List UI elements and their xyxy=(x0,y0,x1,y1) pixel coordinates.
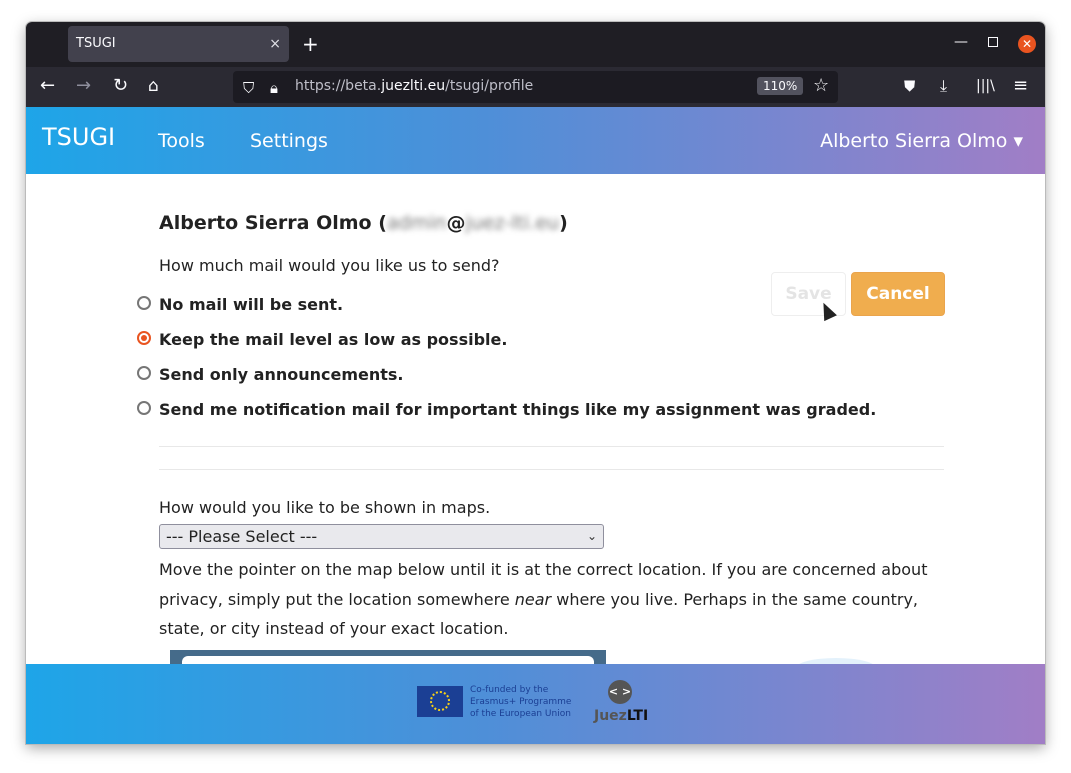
mail-question: How much mail would you like us to send? xyxy=(159,256,500,275)
home-icon[interactable]: ⌂ xyxy=(148,75,159,97)
eu-funding-text: Co-funded by the Erasmus+ Programme of t… xyxy=(470,685,572,719)
save-button[interactable]: Save xyxy=(771,272,846,316)
chevron-down-icon: ⌄ xyxy=(586,529,597,543)
map-instructions: Move the pointer on the map below until … xyxy=(159,560,928,638)
zoom-level[interactable]: 110% xyxy=(757,77,804,95)
nav-tools[interactable]: Tools xyxy=(158,130,205,152)
mail-option-label: Send me notification mail for important … xyxy=(159,400,877,419)
close-tab-icon[interactable]: × xyxy=(269,26,281,62)
user-menu[interactable]: Alberto Sierra Olmo ▾ xyxy=(820,130,1023,152)
divider xyxy=(159,446,944,447)
nav-toolbar: ← → ↻ ⌂ ⛉ 🔒︎ https://beta.juezlti.eu/tsu… xyxy=(26,67,1045,107)
tab-title: TSUGI xyxy=(76,36,116,51)
mail-option-label: No mail will be sent. xyxy=(159,295,344,314)
app-header: TSUGI Tools Settings Alberto Sierra Olmo… xyxy=(26,107,1045,174)
tab-tsugi[interactable]: TSUGI × xyxy=(68,26,289,62)
juezlti-symbol: < > xyxy=(608,680,632,704)
reload-icon[interactable]: ↻ xyxy=(113,75,128,97)
maps-visibility-select[interactable]: --- Please Select --- ⌄ xyxy=(159,524,604,549)
tab-bar: TSUGI × + — ✕ xyxy=(26,22,1045,67)
juezlti-logo: < > JuezLTI xyxy=(594,678,658,728)
url-text[interactable]: https://beta.juezlti.eu/tsugi/profile xyxy=(295,78,533,94)
url-bar[interactable]: ⛉ 🔒︎ https://beta.juezlti.eu/tsugi/profi… xyxy=(233,71,838,103)
footer: Co-funded by the Erasmus+ Programme of t… xyxy=(26,664,1045,744)
maps-question: How would you like to be shown in maps. xyxy=(159,498,491,517)
back-icon[interactable]: ← xyxy=(40,75,55,97)
radio-announcements[interactable] xyxy=(137,366,151,380)
radio-none[interactable] xyxy=(137,296,151,310)
cancel-button[interactable]: Cancel xyxy=(851,272,945,316)
close-window-icon[interactable]: ✕ xyxy=(1018,35,1036,53)
library-icon[interactable]: |||\ xyxy=(976,75,995,97)
mail-option-label: Keep the mail level as low as possible. xyxy=(159,330,508,349)
nav-settings[interactable]: Settings xyxy=(250,130,328,152)
minimize-icon[interactable]: — xyxy=(954,34,968,50)
eu-flag-icon xyxy=(417,686,463,717)
lock-icon[interactable]: 🔒︎ xyxy=(270,79,278,97)
radio-notifications[interactable] xyxy=(137,401,151,415)
download-icon[interactable]: ⤓ xyxy=(940,75,947,97)
email-user: admin xyxy=(386,212,447,234)
shield-icon[interactable]: ⛉ xyxy=(243,79,254,97)
radio-low[interactable] xyxy=(137,331,151,345)
pocket-icon[interactable]: ⛊ xyxy=(904,75,915,97)
divider xyxy=(159,469,944,470)
bookmark-star-icon[interactable]: ☆ xyxy=(813,75,829,96)
brand-logo[interactable]: TSUGI xyxy=(42,123,115,151)
profile-content: Alberto Sierra Olmo (admin@juez-lti.eu) … xyxy=(26,174,1045,678)
forward-icon[interactable]: → xyxy=(76,75,91,97)
profile-title: Alberto Sierra Olmo (admin@juez-lti.eu) xyxy=(159,212,568,234)
maximize-icon[interactable] xyxy=(988,37,998,47)
mail-option-label: Send only announcements. xyxy=(159,365,404,384)
browser-window: TSUGI × + — ✕ ← → ↻ ⌂ ⛉ 🔒︎ https://beta.… xyxy=(26,22,1045,744)
juezlti-wordmark: JuezLTI xyxy=(594,708,649,724)
new-tab-icon[interactable]: + xyxy=(302,32,319,56)
menu-icon[interactable]: ≡ xyxy=(1013,75,1028,97)
email-domain: juez-lti.eu xyxy=(465,212,560,234)
